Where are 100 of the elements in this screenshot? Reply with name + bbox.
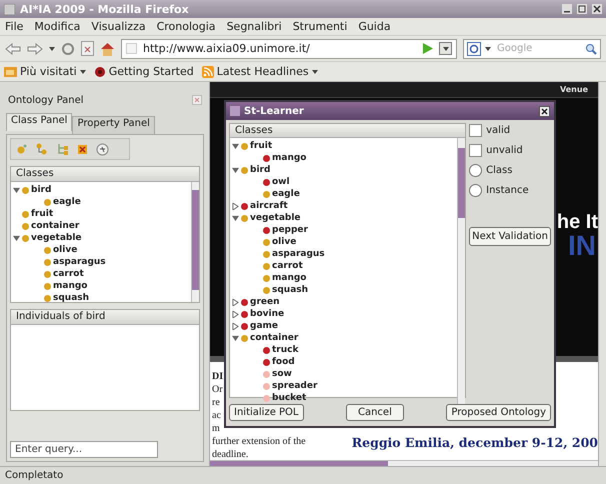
tree-item[interactable]: olive [272, 237, 296, 247]
expander-icon[interactable] [232, 322, 239, 330]
status-text: Completato [0, 466, 606, 484]
expander-icon[interactable] [13, 186, 20, 194]
menu-item[interactable]: Cronologia [156, 20, 216, 33]
bookmark[interactable]: Più visitati [4, 65, 86, 78]
add-subclass-icon[interactable] [36, 143, 48, 155]
horizontal-scrollbar[interactable] [210, 460, 598, 466]
menu-item[interactable]: Modifica [34, 20, 80, 33]
body-text: DI [212, 370, 224, 383]
forward-icon[interactable] [27, 42, 43, 54]
banner-text: IN [568, 232, 596, 260]
cancel-button[interactable]: Cancel [346, 404, 404, 420]
tree-item[interactable]: eagle [53, 197, 81, 207]
expander-icon[interactable] [232, 202, 239, 210]
radio-button[interactable]: Instance [469, 183, 551, 197]
minimize-icon[interactable] [562, 4, 572, 14]
menu-item[interactable]: Guida [358, 20, 391, 33]
tree-item[interactable]: vegetable [31, 233, 82, 243]
tree-item[interactable]: squash [272, 285, 308, 295]
menu-item[interactable]: Visualizza [91, 20, 146, 33]
tree-item[interactable]: aircraft [250, 201, 288, 211]
dropdown-button[interactable] [439, 42, 452, 55]
tab[interactable]: Property Panel [72, 116, 155, 134]
tree-item[interactable]: carrot [53, 269, 84, 279]
expander-icon[interactable] [13, 234, 20, 242]
tree-item[interactable]: bucket [272, 393, 306, 403]
tree-item[interactable]: sow [272, 369, 292, 379]
tree-item[interactable]: vegetable [250, 213, 301, 223]
tree-item[interactable]: olive [53, 245, 78, 255]
address-field[interactable]: http://www.aixia09.unimore.it/ [121, 38, 457, 58]
tree-item[interactable]: asparagus [53, 257, 106, 267]
expander-icon[interactable] [232, 166, 239, 174]
caret-icon [485, 46, 491, 50]
tree-item[interactable]: spreader [272, 381, 318, 391]
caret-icon [49, 46, 55, 50]
tree-item[interactable]: bird [31, 185, 52, 195]
tree-item[interactable]: bird [250, 165, 270, 175]
tree-item[interactable]: fruit [31, 209, 54, 219]
tree-item[interactable]: container [31, 221, 80, 231]
search-engine-icon[interactable] [467, 42, 481, 56]
search-icon[interactable] [585, 42, 597, 54]
tree-item[interactable]: eagle [272, 189, 300, 199]
expander-icon[interactable] [232, 334, 239, 342]
dialog-button[interactable]: Initialize POL [229, 404, 304, 420]
menu-item[interactable]: Strumenti [292, 20, 348, 33]
tab[interactable]: Class Panel [6, 113, 72, 131]
expander-icon[interactable] [232, 214, 239, 222]
menu-item[interactable]: Segnalibri [226, 20, 282, 33]
tree-item[interactable]: bovine [250, 309, 284, 319]
menu-item[interactable]: File [5, 20, 24, 33]
home-icon[interactable] [100, 42, 115, 56]
column-header: Individuals of bird [11, 310, 199, 325]
column-header: Classes [11, 167, 199, 182]
close-icon[interactable] [592, 4, 602, 14]
expander-icon[interactable] [232, 142, 239, 150]
bookmark[interactable]: Latest Headlines [202, 65, 318, 78]
window-icon [4, 4, 15, 14]
body-text: m [212, 422, 220, 435]
tree-item[interactable]: carrot [272, 261, 303, 271]
tree-item[interactable]: food [272, 357, 295, 367]
tree-item[interactable]: pepper [272, 225, 308, 235]
window-icon [230, 106, 240, 116]
bookmark[interactable]: Getting Started [94, 65, 194, 78]
checkbox[interactable]: unvalid [469, 143, 551, 157]
scrollbar[interactable] [191, 182, 199, 302]
banner-text: he It [556, 212, 598, 232]
delete-icon[interactable] [78, 144, 87, 154]
scrollbar[interactable] [457, 138, 466, 404]
dialog-button[interactable]: Proposed Ontology [446, 404, 551, 420]
tree-item[interactable]: mango [53, 281, 88, 291]
folder-icon [4, 66, 17, 77]
expander-icon[interactable] [232, 310, 239, 318]
tree-item[interactable]: squash [53, 293, 90, 302]
checkbox[interactable]: valid [469, 123, 551, 137]
tree-item[interactable]: asparagus [272, 249, 325, 259]
back-icon[interactable] [5, 42, 21, 54]
dialog-title: St-Learner [244, 106, 305, 116]
tree-item[interactable]: game [250, 321, 278, 331]
maximize-icon[interactable] [577, 4, 587, 14]
page-icon [126, 43, 137, 54]
expander-icon[interactable] [232, 298, 239, 306]
next-validation-button[interactable]: Next Validation [469, 227, 551, 246]
close-icon[interactable] [539, 106, 550, 116]
tree-item[interactable]: mango [272, 153, 306, 163]
tree-item[interactable]: truck [272, 345, 298, 355]
search-field[interactable]: Google [495, 42, 581, 55]
tree-item[interactable]: fruit [250, 141, 272, 151]
column-header: Classes [230, 124, 466, 138]
tree-item[interactable]: container [250, 333, 298, 343]
tree-item[interactable]: green [250, 297, 280, 307]
nav-link[interactable]: Venue [560, 85, 588, 94]
stop-icon[interactable] [81, 41, 94, 56]
radio-button[interactable]: Class [469, 163, 551, 177]
query-field[interactable]: Enter query... [10, 441, 158, 458]
tree-item[interactable]: owl [272, 177, 290, 187]
body-text: Or [212, 383, 223, 396]
tree-item[interactable]: mango [272, 273, 306, 283]
go-icon[interactable] [422, 43, 433, 54]
search-box[interactable]: Google [463, 38, 601, 58]
